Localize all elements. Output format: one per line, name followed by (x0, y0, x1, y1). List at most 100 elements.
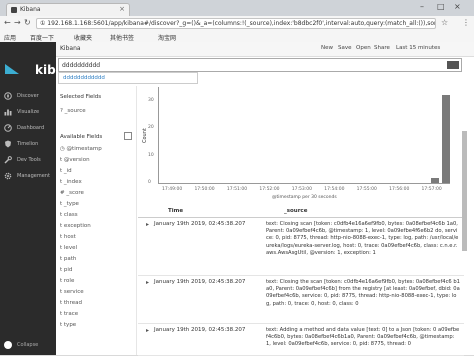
field-settings-icon[interactable] (124, 132, 132, 140)
field-item[interactable]: t exception (60, 223, 91, 229)
scrollbar[interactable] (462, 131, 467, 251)
available-fields-header: Available Fields (60, 134, 103, 140)
field-item[interactable]: t thread (60, 300, 82, 306)
x-tick-label: 17:52:00 (259, 187, 280, 192)
field-item[interactable]: t path (60, 256, 76, 262)
dashboard-icon (4, 124, 12, 132)
y-tick-label: 30 (148, 97, 154, 103)
field-item[interactable]: t class (60, 212, 78, 218)
expand-row-icon[interactable]: ▸ (146, 327, 149, 334)
histogram-bar[interactable] (441, 95, 450, 183)
collapse-label[interactable]: Collapse (17, 342, 38, 348)
star-icon[interactable]: ☆ (441, 18, 448, 27)
sidebar-item-label: Timelion (17, 141, 39, 147)
row-time: January 19th 2019, 02:45:38.207 (154, 327, 246, 333)
shield-icon (5, 140, 11, 148)
maximize-button[interactable]: □ (437, 2, 445, 11)
row-source: text: Closing scan [token: c0dfb4e16a6ef… (266, 221, 459, 256)
suggestion-text: dddddddddddd (63, 75, 105, 81)
chart-y-label: Count (142, 128, 148, 143)
field-item[interactable]: t level (60, 245, 77, 251)
sidebar-item-dev-tools[interactable]: Dev Tools (0, 152, 56, 168)
close-tab-icon[interactable]: × (119, 5, 125, 13)
sidebar-item-label: Dev Tools (17, 157, 41, 163)
bookmark-item[interactable]: 淘宝网 (158, 33, 176, 42)
collapse-icon[interactable] (4, 341, 12, 349)
page-title: Kibana (60, 45, 81, 52)
forward-icon[interactable]: → (14, 18, 21, 27)
share-button[interactable]: Share (374, 45, 390, 51)
field-item[interactable]: t type (60, 322, 76, 328)
y-tick-label: 10 (148, 152, 154, 158)
search-suggestion[interactable]: dddddddddddd (58, 72, 198, 84)
x-tick-label: 17:51:00 (226, 187, 248, 192)
chart-x-label: @timestamp per 30 seconds (272, 195, 337, 200)
row-time: January 19th 2019, 02:45:38.207 (154, 221, 246, 227)
address-bar-row: ← → ↻ ① 192.168.1.168:5601/app/kibana#/d… (0, 16, 474, 32)
x-axis (158, 183, 450, 184)
bookmark-item[interactable]: 收藏夹 (74, 33, 92, 42)
field-item[interactable]: t trace (60, 311, 78, 317)
browser-tab[interactable]: Kibana × (6, 3, 130, 16)
y-axis (158, 87, 159, 183)
sidebar-item-timelion[interactable]: Timelion (0, 136, 56, 152)
field-item[interactable]: t @version (60, 157, 90, 163)
time-picker[interactable]: Last 15 minutes (396, 45, 440, 51)
sidebar-item-visualize[interactable]: Visualize (0, 104, 56, 120)
x-tick-label: 17:50:00 (194, 187, 215, 192)
open-button[interactable]: Open (356, 45, 371, 51)
sidebar-item-label: Visualize (17, 109, 40, 115)
y-tick-label: 0 (148, 180, 151, 185)
minimize-button[interactable]: – (420, 2, 424, 11)
table-row[interactable]: ▸ January 19th 2019, 02:45:38.207 text: … (138, 277, 464, 324)
search-input[interactable]: dddddddddd (58, 58, 462, 72)
field-item[interactable]: t service (60, 289, 84, 295)
kibana-logo-icon (5, 64, 19, 74)
menu-icon[interactable]: ⋮ (462, 18, 470, 27)
x-tick-label: 17:57:00 (421, 187, 442, 192)
document-table-header: Time _source (138, 207, 464, 218)
sidebar-item-dashboard[interactable]: Dashboard (0, 120, 56, 136)
field-item[interactable]: t _id (60, 168, 72, 174)
expand-row-icon[interactable]: ▸ (146, 279, 149, 286)
url-input[interactable]: ① 192.168.1.168:5601/app/kibana#/discove… (36, 18, 436, 29)
table-row[interactable]: ▸ January 19th 2019, 02:45:38.207 text: … (138, 325, 464, 356)
back-icon[interactable]: ← (4, 18, 11, 27)
bookmark-item[interactable]: 其他书签 (110, 33, 134, 42)
field-item[interactable]: ◷ @timestamp (60, 146, 102, 152)
histogram-bar[interactable] (430, 177, 439, 183)
wrench-icon (4, 156, 12, 164)
sidebar-item-label: Dashboard (17, 125, 45, 131)
kibana-top-nav: Kibana New Save Open Share Last 15 minut… (56, 42, 474, 57)
x-tick-label: 17:56:00 (389, 187, 410, 192)
field-item[interactable]: t _type (60, 201, 79, 207)
histogram-chart[interactable]: Count @timestamp per 30 seconds 17:49:00… (142, 87, 454, 207)
kibana-logo[interactable]: kibana (5, 63, 80, 82)
field-item[interactable]: # _score (60, 190, 84, 196)
field-item[interactable]: t pid (60, 267, 72, 273)
expand-row-icon[interactable]: ▸ (146, 221, 149, 228)
table-row[interactable]: ▸ January 19th 2019, 02:45:38.207 text: … (138, 219, 464, 276)
field-item[interactable]: t host (60, 234, 76, 240)
bookmark-item[interactable]: 百度一下 (30, 33, 54, 42)
browser-window: Kibana × – □ × ← → ↻ ① 192.168.1.168:560… (0, 0, 474, 356)
kibana-sidebar: kibana Discover Visualize Dashboard Time… (0, 42, 80, 355)
row-source: text: Closing the scan [token: c0dfb4e16… (266, 279, 460, 307)
field-item[interactable]: t role (60, 278, 74, 284)
search-submit-button[interactable] (447, 61, 459, 69)
bookmark-item[interactable]: 应用 (4, 33, 16, 42)
source-column-header[interactable]: _source (284, 208, 307, 214)
field-list: Selected Fields ? _source Available Fiel… (56, 86, 137, 355)
sidebar-item-management[interactable]: Management (0, 168, 56, 184)
new-button[interactable]: New (321, 45, 333, 51)
row-source: text: Adding a method and data value [te… (266, 327, 460, 348)
close-window-button[interactable]: × (454, 2, 461, 11)
field-item[interactable]: t _index (60, 179, 82, 185)
sidebar-item-discover[interactable]: Discover (0, 88, 56, 104)
save-button[interactable]: Save (338, 45, 352, 51)
reload-icon[interactable]: ↻ (24, 18, 31, 27)
sidebar-item-label: Discover (17, 93, 39, 99)
kibana-favicon-icon (11, 7, 17, 13)
field-item[interactable]: ? _source (60, 108, 86, 114)
time-column-header[interactable]: Time (168, 208, 183, 214)
